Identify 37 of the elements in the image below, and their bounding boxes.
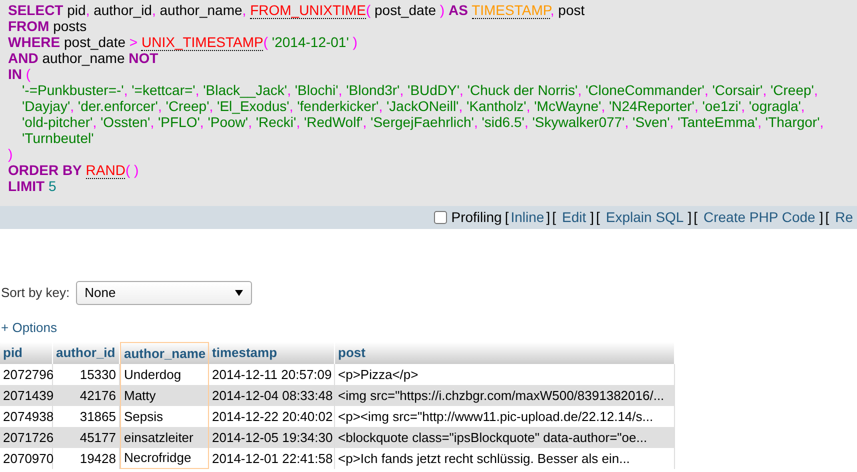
profiling-checkbox[interactable] xyxy=(434,211,448,224)
sql-line: FROM posts xyxy=(8,18,87,34)
sql-line: ORDER BY RAND( ) xyxy=(8,162,139,178)
table-cell: 2014-12-01 22:41:58 xyxy=(209,448,335,469)
sql-line: SELECT pid, author_id, author_name, FROM_UNIXTIME( post_date ) AS TIMESTAMP, post xyxy=(8,2,585,18)
toolbar-link[interactable]: Inline xyxy=(510,207,544,228)
bracket-text: [ xyxy=(825,208,830,227)
bracket-text: ] xyxy=(590,208,594,227)
sql-line: 'old-pitcher', 'Ossten', 'PFLO', 'Poow', 'Recki', 'RedWolf', 'SergejFaehrlich', 'sid6.5', 'Skywalker077', 'Sven', 'TanteEmma', 'Thargor', xyxy=(22,114,824,130)
sql-line: LIMIT 5 xyxy=(8,178,56,194)
sql-line: AND author_name NOT xyxy=(8,50,158,66)
table-cell: 2070970 xyxy=(0,448,53,469)
sql-line: WHERE post_date > UNIX_TIMESTAMP( '2014-12-01' ) xyxy=(8,34,358,50)
sql-line: IN ( xyxy=(8,66,31,82)
bracket-text: ] xyxy=(688,208,692,227)
bracket-text: [ xyxy=(552,208,556,227)
table-cell: Necrofridge xyxy=(120,448,209,469)
toolbar-link[interactable]: Edit xyxy=(562,207,586,228)
options-toggle[interactable]: + Options xyxy=(1,320,58,336)
sort-by-key-select[interactable]: None xyxy=(76,281,252,305)
bracket-text: [ xyxy=(596,208,600,227)
bracket-text: [ xyxy=(504,208,509,227)
bracket-text: ] xyxy=(546,208,550,227)
toolbar-link[interactable]: Re xyxy=(835,207,853,228)
profiling-label: Profiling xyxy=(451,208,502,227)
toolbar-link[interactable]: Explain SQL xyxy=(606,207,684,228)
dropdown-caret-icon xyxy=(234,290,243,296)
bracket-text: ] xyxy=(819,208,824,227)
toolbar-link[interactable]: Create PHP Code xyxy=(704,207,816,228)
sql-line: ) xyxy=(8,146,13,162)
sql-line: '-=Punkbuster=-', '=kettcar=', 'Black__Jack', 'Blochi', 'Blond3r', 'BUdDY', 'Chuck der Norris', 'CloneCommander', 'Corsair', 'Creep', xyxy=(22,82,818,98)
sql-line: 'Dayjay', 'der.enforcer', 'Creep', 'El_Exodus', 'fenderkicker', 'JackONeill', 'Kantholz', 'McWayne', 'N24Reporter', 'oe1zi', 'ogragla', xyxy=(22,98,805,114)
table-cell: <p>Ich fands jetzt recht schlüssig. Besser als ein... xyxy=(335,448,675,469)
sort-by-key-label: Sort by key: xyxy=(1,284,70,302)
sql-line: 'Turnbeutel' xyxy=(22,130,94,146)
bracket-text: [ xyxy=(694,208,698,227)
table-cell: 19428 xyxy=(53,448,120,469)
